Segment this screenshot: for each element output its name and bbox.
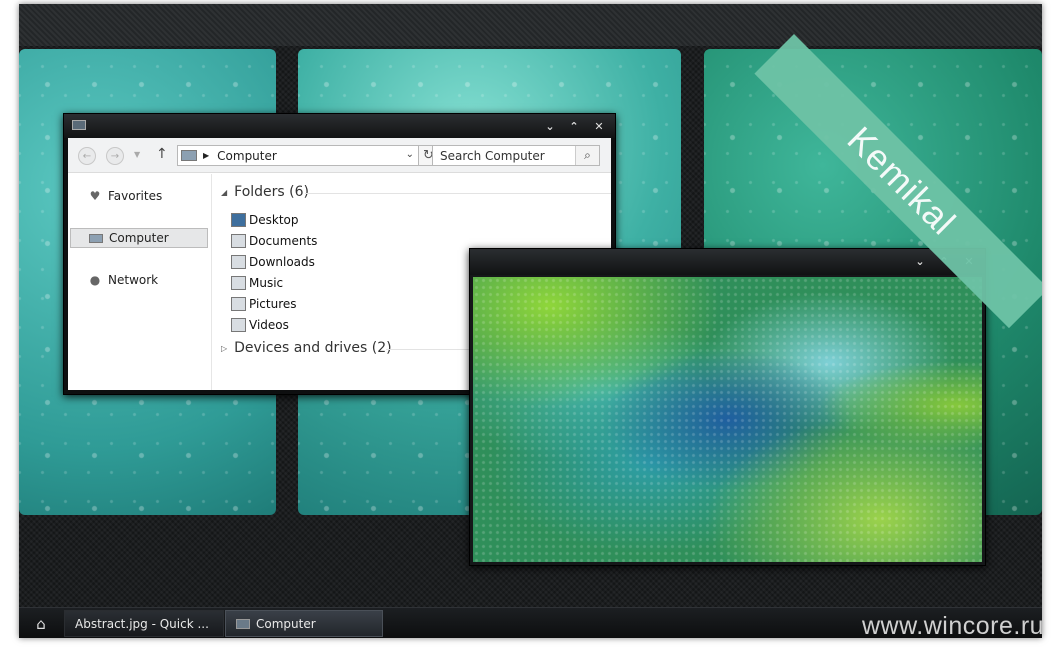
- folder-item-music[interactable]: Music: [231, 272, 283, 293]
- computer-icon: [72, 120, 86, 130]
- taskbar-item-quick-view[interactable]: Abstract.jpg - Quick ...: [64, 610, 224, 637]
- computer-icon: [181, 150, 197, 161]
- nav-item-favorites[interactable]: ♥ Favorites: [70, 186, 208, 206]
- pictures-icon: [231, 296, 246, 311]
- address-text: Computer: [217, 148, 277, 163]
- explorer-caption-buttons: ⌄ ⌃ ✕: [539, 117, 611, 135]
- folder-item-pictures[interactable]: Pictures: [231, 293, 297, 314]
- folder-label: Desktop: [249, 212, 299, 227]
- expand-triangle-icon: ◢: [221, 187, 228, 197]
- navigation-pane: ♥ Favorites Computer ● Network: [68, 174, 212, 390]
- minimize-button[interactable]: ⌄: [539, 117, 561, 135]
- nav-item-computer[interactable]: Computer: [70, 228, 208, 248]
- taskbar-label: Computer: [256, 616, 316, 631]
- search-placeholder: Search Computer: [440, 148, 545, 163]
- nav-label: Favorites: [108, 189, 163, 203]
- videos-icon: [231, 317, 246, 332]
- nav-item-network[interactable]: ● Network: [70, 270, 208, 290]
- desktop-icon: [231, 212, 246, 227]
- group-label: Devices and drives (2): [234, 340, 392, 356]
- folder-label: Videos: [249, 317, 289, 332]
- music-icon: [231, 275, 246, 290]
- search-input[interactable]: Search Computer ⌕: [432, 145, 600, 166]
- globe-icon: ●: [89, 273, 101, 287]
- address-bar[interactable]: ▶ Computer ⌄: [177, 145, 419, 166]
- nav-label: Network: [108, 273, 159, 287]
- documents-icon: [231, 233, 246, 248]
- abstract-image: [473, 277, 982, 562]
- explorer-navbar: ← → ▼ ↑ ▶ Computer ⌄ ↻ Search Computer ⌕: [68, 138, 611, 173]
- desktop-top-band: [19, 4, 1042, 46]
- desktop: ⌄ ⌃ ✕ ← → ▼ ↑ ▶ Computer ⌄ ↻ Search Comp…: [19, 4, 1042, 638]
- downloads-icon: [231, 254, 246, 269]
- viewer-titlebar[interactable]: ⌄ ⌃ ✕: [470, 249, 985, 275]
- group-label: Folders (6): [234, 184, 309, 200]
- close-button[interactable]: ✕: [587, 117, 611, 135]
- group-folders-header[interactable]: ◢ Folders (6): [221, 184, 611, 200]
- back-button[interactable]: ←: [78, 147, 96, 165]
- nav-label: Computer: [109, 231, 169, 245]
- computer-icon: [236, 618, 250, 629]
- search-icon[interactable]: ⌕: [575, 146, 599, 165]
- folder-item-videos[interactable]: Videos: [231, 314, 289, 335]
- home-icon[interactable]: ⌂: [21, 611, 61, 636]
- collapsed-triangle-icon: ▷: [221, 343, 228, 353]
- heart-icon: ♥: [89, 189, 101, 203]
- image-viewer-window: ⌄ ⌃ ✕: [469, 248, 986, 566]
- up-arrow-icon[interactable]: ↑: [156, 146, 168, 162]
- folder-label: Music: [249, 275, 284, 290]
- group-devices-header[interactable]: ▷ Devices and drives (2): [221, 340, 611, 356]
- computer-icon: [89, 233, 103, 243]
- address-dropdown-icon[interactable]: ⌄: [406, 149, 414, 160]
- explorer-titlebar[interactable]: ⌄ ⌃ ✕: [64, 114, 615, 138]
- folder-item-downloads[interactable]: Downloads: [231, 251, 315, 272]
- group-divider: [305, 193, 611, 194]
- forward-button[interactable]: →: [106, 147, 124, 165]
- watermark: www.wincore.ru: [862, 612, 1045, 640]
- screenshot-frame: ⌄ ⌃ ✕ ← → ▼ ↑ ▶ Computer ⌄ ↻ Search Comp…: [0, 0, 1061, 658]
- folder-item-desktop[interactable]: Desktop: [231, 209, 299, 230]
- folder-item-documents[interactable]: Documents: [231, 230, 317, 251]
- folder-label: Documents: [249, 233, 318, 248]
- minimize-button[interactable]: ⌄: [909, 252, 931, 270]
- maximize-button[interactable]: ⌃: [563, 117, 585, 135]
- taskbar-label: Abstract.jpg - Quick ...: [75, 616, 209, 631]
- folder-label: Pictures: [249, 296, 297, 311]
- recent-pages-chevron-icon[interactable]: ▼: [134, 150, 140, 159]
- taskbar-item-computer[interactable]: Computer: [225, 610, 383, 637]
- breadcrumb-separator-icon[interactable]: ▶: [203, 151, 209, 160]
- folder-label: Downloads: [249, 254, 315, 269]
